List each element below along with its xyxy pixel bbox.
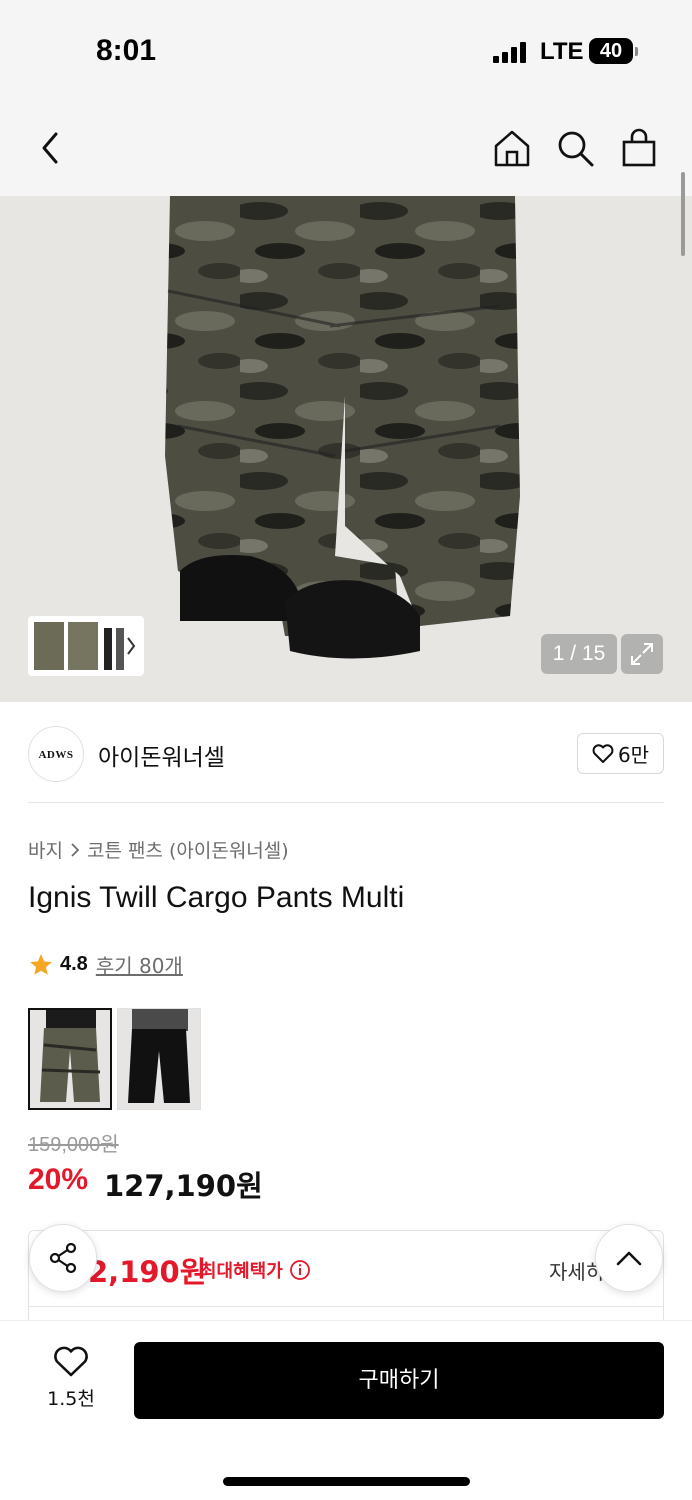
thumbnail-strip[interactable] bbox=[28, 616, 144, 676]
buy-button[interactable]: 구매하기 bbox=[134, 1342, 664, 1419]
brand-like-button[interactable]: 6만 bbox=[577, 733, 664, 774]
expand-icon bbox=[631, 643, 653, 665]
original-price: 159,000원 bbox=[28, 1134, 119, 1156]
chevron-left-icon bbox=[42, 132, 58, 164]
brand-like-count: 6만 bbox=[617, 743, 650, 767]
max-benefit-price: 2,190원 bbox=[88, 1255, 207, 1289]
share-icon bbox=[49, 1242, 77, 1274]
battery-icon: 40 bbox=[589, 38, 633, 64]
breadcrumb: 바지 코튼 팬츠 (아이돈워너셀) bbox=[28, 836, 289, 863]
status-bar: 8:01 LTE 40 bbox=[0, 0, 692, 100]
divider bbox=[28, 802, 664, 803]
search-button[interactable] bbox=[553, 126, 597, 170]
battery-tip bbox=[635, 47, 638, 56]
star-icon bbox=[30, 953, 52, 975]
rating-row: 4.8 후기 80개 bbox=[28, 950, 183, 979]
product-title: Ignis Twill Cargo Pants Multi bbox=[28, 881, 405, 914]
network-label: LTE bbox=[540, 38, 584, 65]
reviews-link[interactable]: 후기 80개 bbox=[96, 950, 183, 979]
discount-rate: 20% bbox=[28, 1163, 89, 1196]
cart-button[interactable] bbox=[617, 126, 661, 170]
status-time: 8:01 bbox=[96, 34, 157, 67]
brand-logo[interactable]: ADWS bbox=[28, 726, 84, 782]
breadcrumb-subcategory[interactable]: 코튼 팬츠 (아이돈워너셀) bbox=[87, 836, 289, 863]
wishlist-button[interactable]: 1.5천 bbox=[38, 1344, 104, 1414]
chevron-right-icon bbox=[127, 637, 136, 655]
color-option-camo[interactable] bbox=[28, 1008, 112, 1110]
image-counter: 1 / 15 bbox=[541, 634, 617, 674]
shopping-bag-icon bbox=[622, 128, 656, 167]
expand-button[interactable] bbox=[621, 634, 663, 674]
search-icon bbox=[558, 131, 594, 167]
heart-icon bbox=[54, 1346, 88, 1377]
thumbnail-images bbox=[34, 622, 136, 670]
chevron-right-icon bbox=[71, 842, 80, 857]
wishlist-count: 1.5천 bbox=[47, 1388, 95, 1410]
rating-value: 4.8 bbox=[60, 953, 88, 975]
top-nav-bar bbox=[0, 100, 692, 196]
option-thumbnail bbox=[118, 1009, 200, 1109]
info-icon[interactable] bbox=[289, 1259, 311, 1281]
color-option-black[interactable] bbox=[117, 1008, 201, 1110]
home-indicator bbox=[223, 1477, 470, 1486]
brand-name[interactable]: 아이돈워너셀 bbox=[98, 738, 225, 772]
scroll-top-button[interactable] bbox=[595, 1224, 663, 1292]
home-button[interactable] bbox=[490, 126, 534, 170]
chevron-up-icon bbox=[616, 1251, 642, 1266]
max-benefit-label: 최대혜택가 bbox=[200, 1257, 311, 1283]
breadcrumb-category[interactable]: 바지 bbox=[28, 836, 63, 863]
back-button[interactable] bbox=[28, 126, 72, 170]
option-thumbnail bbox=[30, 1010, 110, 1108]
divider bbox=[29, 1306, 663, 1307]
heart-icon bbox=[592, 743, 614, 763]
share-button[interactable] bbox=[29, 1224, 97, 1292]
max-benefit-label-text: 최대혜택가 bbox=[200, 1261, 283, 1282]
home-icon bbox=[494, 130, 530, 167]
sale-price: 127,190원 bbox=[104, 1169, 263, 1203]
scrollbar[interactable] bbox=[681, 172, 685, 256]
signal-icon bbox=[493, 41, 529, 63]
